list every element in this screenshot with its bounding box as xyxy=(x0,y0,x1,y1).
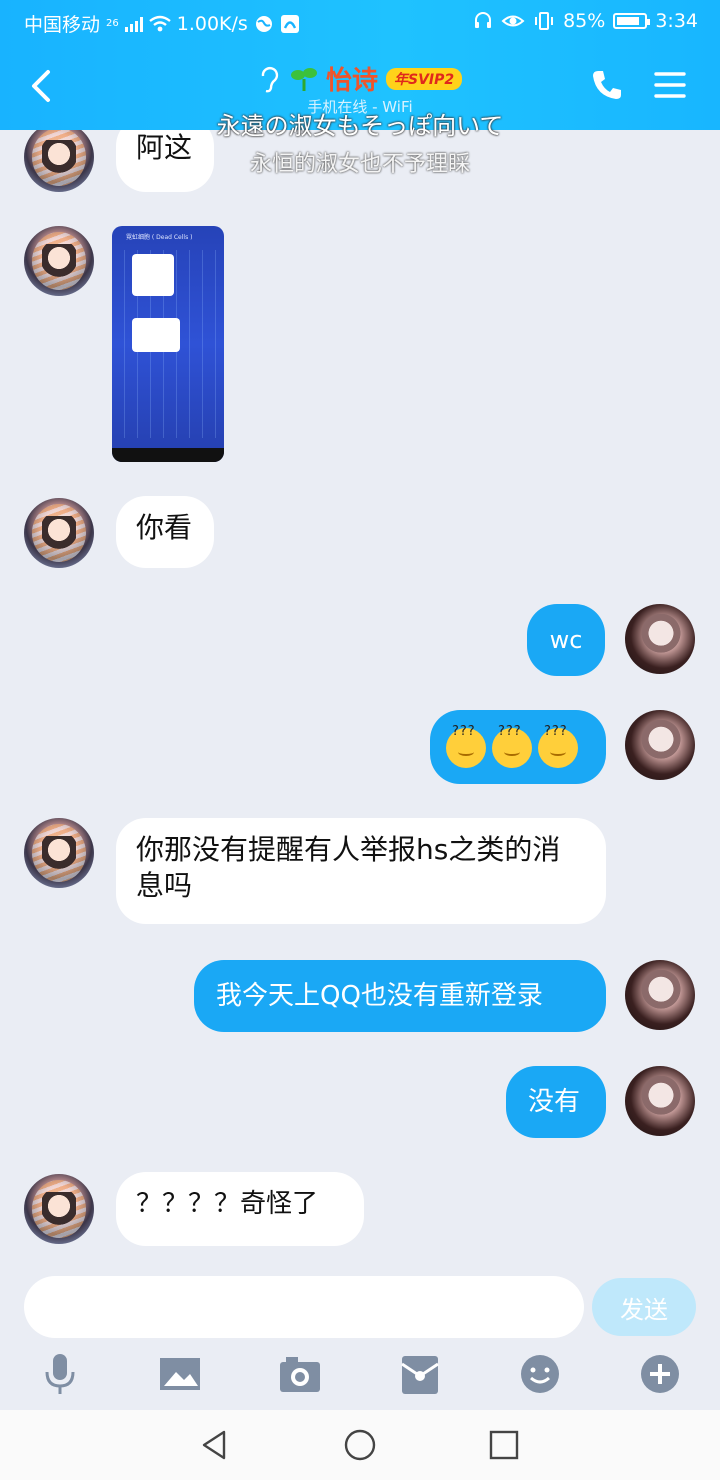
message-bubble[interactable]: 你看 xyxy=(116,496,214,568)
message-text: 没有 xyxy=(528,1087,581,1117)
eye-comfort-icon xyxy=(501,15,525,27)
vip-badge: 年SVIP2 xyxy=(386,67,463,90)
message-bubble[interactable]: 你那没有提醒有人举报hs之类的消息吗 xyxy=(116,818,606,924)
message-text: wc xyxy=(549,626,583,654)
message-bubble[interactable]: 我今天上QQ也没有重新登录 xyxy=(194,960,606,1032)
contact-title[interactable]: 怡诗 年SVIP2 xyxy=(256,60,463,97)
composer-toolbar xyxy=(0,1352,720,1402)
image-card xyxy=(132,318,180,352)
friend-avatar[interactable] xyxy=(24,498,94,568)
friend-avatar[interactable] xyxy=(24,1174,94,1244)
message-text: 你那没有提醒有人举报hs之类的消息吗 xyxy=(136,833,561,902)
red-packet-icon[interactable] xyxy=(398,1352,442,1396)
friend-avatar[interactable] xyxy=(24,226,94,296)
message-text: ？？？？奇怪了 xyxy=(136,1189,319,1219)
confused-face-icon xyxy=(446,714,486,768)
nav-back-icon[interactable] xyxy=(198,1428,232,1462)
phone-call-icon[interactable] xyxy=(590,68,624,102)
system-nav-bar xyxy=(0,1410,720,1480)
clock: 3:34 xyxy=(655,10,698,32)
friend-avatar[interactable] xyxy=(24,818,94,888)
carrier-label: 中国移动 xyxy=(24,14,101,36)
camera-icon[interactable] xyxy=(278,1352,322,1396)
status-bar: 中国移动 26 1.00K/s 85% 3:34 xyxy=(0,0,720,44)
message-list[interactable]: 阿这 霓虹细胞 ( Dead Cells ) 你看 wc 你那没有提醒有人举报h… xyxy=(0,130,720,1270)
message-bubble[interactable]: ？？？？奇怪了 xyxy=(116,1172,364,1246)
headset-icon xyxy=(475,12,492,28)
image-card xyxy=(132,254,174,296)
my-avatar[interactable] xyxy=(625,1066,695,1136)
signal-icon xyxy=(124,16,143,32)
emoji-row xyxy=(446,714,590,768)
ear-icon xyxy=(261,66,279,92)
send-button[interactable]: 发送 xyxy=(592,1278,696,1336)
contact-name: 怡诗 xyxy=(326,66,379,96)
confused-face-icon xyxy=(538,714,578,768)
microphone-icon[interactable] xyxy=(38,1352,82,1396)
image-caption: 霓虹细胞 ( Dead Cells ) xyxy=(126,234,193,241)
confused-face-icon xyxy=(492,714,532,768)
overlay-subtitle-japanese: 永遠の淑女もそっぽ向いて xyxy=(216,112,504,140)
message-input[interactable] xyxy=(24,1276,584,1338)
my-avatar[interactable] xyxy=(625,710,695,780)
message-bubble[interactable]: 没有 xyxy=(506,1066,606,1138)
app-notification-icon xyxy=(280,14,299,33)
emoji-message-bubble[interactable] xyxy=(430,710,606,784)
my-avatar[interactable] xyxy=(625,604,695,674)
nav-home-icon[interactable] xyxy=(343,1428,377,1462)
vibrate-icon xyxy=(535,12,554,30)
menu-icon[interactable] xyxy=(654,70,686,100)
wifi-icon xyxy=(149,15,171,31)
message-text: 我今天上QQ也没有重新登录 xyxy=(216,981,543,1011)
message-bubble[interactable]: wc xyxy=(527,604,605,676)
image-message[interactable]: 霓虹细胞 ( Dead Cells ) xyxy=(112,226,224,462)
network-speed: 1.00K/s xyxy=(176,12,248,35)
globe-icon xyxy=(255,15,272,32)
my-avatar[interactable] xyxy=(625,960,695,1030)
image-icon[interactable] xyxy=(158,1352,202,1396)
overlay-subtitle-chinese: 永恒的淑女也不予理睬 xyxy=(249,152,470,177)
network-tag: 26 xyxy=(106,18,119,29)
sprout-icon xyxy=(291,67,317,91)
nav-recents-icon[interactable] xyxy=(487,1428,521,1462)
message-text: 你看 xyxy=(136,511,193,544)
emoji-icon[interactable] xyxy=(518,1352,562,1396)
composer: 发送 xyxy=(0,1270,720,1410)
plus-icon[interactable] xyxy=(638,1352,682,1396)
battery-icon xyxy=(613,13,651,29)
battery-percent: 85% xyxy=(563,10,606,32)
